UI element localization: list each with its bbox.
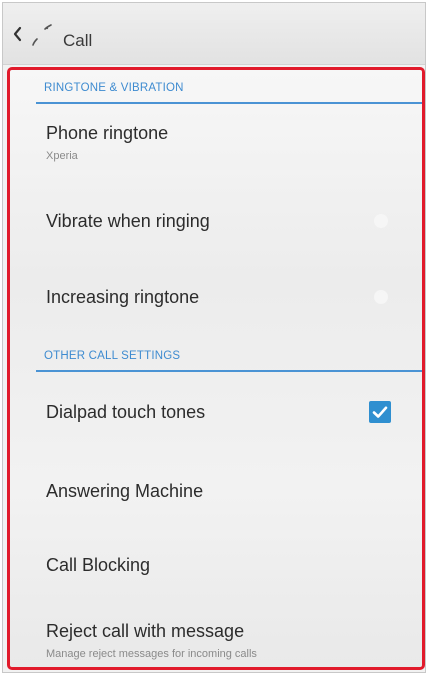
pref-title: Phone ringtone xyxy=(46,123,169,143)
page-title: Call xyxy=(63,31,93,50)
pref-phone-ringtone[interactable]: Phone ringtone Xperia xyxy=(20,114,416,176)
pref-reject-call-with-message[interactable]: Reject call with message Manage reject m… xyxy=(20,606,416,667)
pref-answering-machine[interactable]: Answering Machine xyxy=(20,462,416,522)
pref-summary: Xperia xyxy=(46,150,78,162)
phone-app-icon[interactable] xyxy=(27,23,57,49)
check-icon xyxy=(372,406,388,418)
section-divider xyxy=(36,102,422,104)
checkbox-checked[interactable] xyxy=(369,401,391,423)
pref-vibrate-when-ringing[interactable]: Vibrate when ringing xyxy=(20,194,416,250)
back-chevron-icon[interactable] xyxy=(11,25,25,43)
section-header-ringtone-vibration: RINGTONE & VIBRATION xyxy=(36,72,422,104)
action-bar: Call xyxy=(3,3,425,65)
pref-increasing-ringtone[interactable]: Increasing ringtone xyxy=(20,270,416,326)
section-divider xyxy=(36,370,422,372)
pref-title: Call Blocking xyxy=(46,555,151,575)
section-header-other-call-settings: OTHER CALL SETTINGS xyxy=(36,340,422,372)
pref-dialpad-touch-tones[interactable]: Dialpad touch tones xyxy=(20,382,416,442)
pref-title: Reject call with message xyxy=(46,621,245,641)
pref-title: Dialpad touch tones xyxy=(46,402,206,422)
pref-summary: Manage reject messages for incoming call… xyxy=(46,648,257,660)
highlighted-settings-area: RINGTONE & VIBRATION Phone ringtone Xper… xyxy=(7,67,425,670)
section-label: OTHER CALL SETTINGS xyxy=(44,350,181,362)
toggle-switch[interactable] xyxy=(374,214,388,228)
pref-call-blocking[interactable]: Call Blocking xyxy=(20,536,416,596)
section-label: RINGTONE & VIBRATION xyxy=(44,82,184,94)
pref-title: Answering Machine xyxy=(46,481,204,501)
phone-screen: Call RINGTONE & VIBRATION Phone ringtone… xyxy=(2,2,426,673)
toggle-switch[interactable] xyxy=(374,290,388,304)
pref-title: Increasing ringtone xyxy=(46,287,200,307)
pref-title: Vibrate when ringing xyxy=(46,211,210,231)
